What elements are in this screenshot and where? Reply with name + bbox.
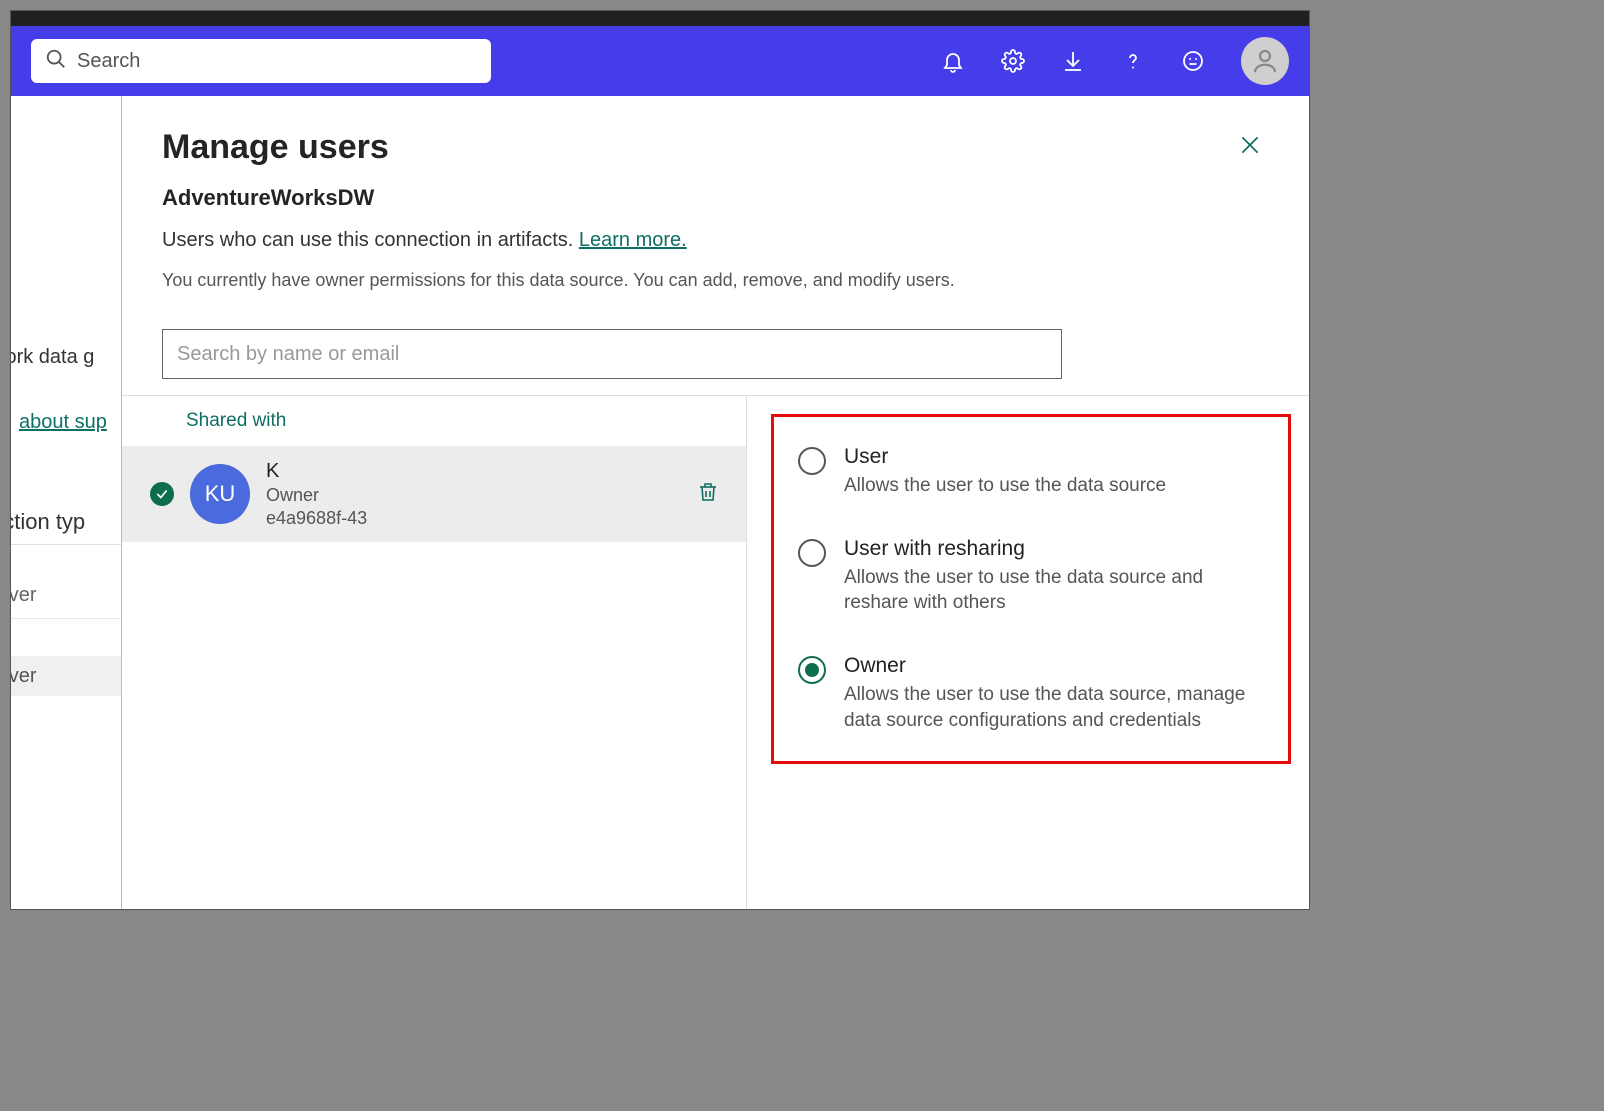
shared-with-label: Shared with xyxy=(122,396,746,446)
role-desc: Allows the user to use the data source xyxy=(844,473,1264,499)
user-search-input[interactable] xyxy=(177,343,1047,366)
manage-users-panel: Manage users AdventureWorksDW Users who … xyxy=(121,96,1309,909)
panel-description: Users who can use this connection in art… xyxy=(162,229,1269,252)
user-id: e4a9688f-43 xyxy=(266,508,674,529)
bg-heading-fragment: ection typ xyxy=(10,509,85,535)
user-row[interactable]: KU K Owner e4a9688f-43 xyxy=(122,446,746,542)
learn-more-link[interactable]: Learn more. xyxy=(579,229,687,251)
user-avatar: KU xyxy=(190,464,250,524)
role-title: Owner xyxy=(844,654,1264,678)
global-search-input[interactable] xyxy=(77,50,477,73)
bg-link-fragment[interactable]: about sup xyxy=(19,411,107,434)
bg-text-fragment: work data g xyxy=(10,346,94,369)
settings-button[interactable] xyxy=(989,37,1037,85)
bg-row-fragment: erver xyxy=(10,656,121,696)
selected-check-icon xyxy=(150,482,174,506)
role-title: User with resharing xyxy=(844,537,1264,561)
radio-user-reshare[interactable] xyxy=(798,539,826,567)
user-search-box[interactable] xyxy=(162,329,1062,379)
download-button[interactable] xyxy=(1049,37,1097,85)
user-list-column: Shared with KU K Owner e4a9688f-43 xyxy=(122,396,747,909)
radio-owner[interactable] xyxy=(798,656,826,684)
role-desc: Allows the user to use the data source, … xyxy=(844,682,1264,733)
user-name: K xyxy=(266,460,674,483)
role-desc: Allows the user to use the data source a… xyxy=(844,565,1264,616)
global-search-box[interactable] xyxy=(31,39,491,83)
panel-title: Manage users xyxy=(162,128,389,167)
role-highlight-box: User Allows the user to use the data sou… xyxy=(771,414,1291,764)
user-info: K Owner e4a9688f-43 xyxy=(266,460,674,529)
search-icon xyxy=(45,48,67,75)
user-role: Owner xyxy=(266,485,674,506)
permission-hint: You currently have owner permissions for… xyxy=(162,270,1269,291)
role-option-user[interactable]: User Allows the user to use the data sou… xyxy=(798,445,1264,499)
title-bar xyxy=(11,11,1309,26)
feedback-button[interactable] xyxy=(1169,37,1217,85)
bg-row-fragment: erver xyxy=(10,584,37,607)
role-title: User xyxy=(844,445,1264,469)
top-bar xyxy=(11,26,1309,96)
help-button[interactable] xyxy=(1109,37,1157,85)
app-window: work data g about sup ection typ erver e… xyxy=(10,10,1310,910)
role-option-user-reshare[interactable]: User with resharing Allows the user to u… xyxy=(798,537,1264,616)
notifications-button[interactable] xyxy=(929,37,977,85)
close-button[interactable] xyxy=(1231,126,1269,169)
role-column: User Allows the user to use the data sou… xyxy=(747,396,1309,909)
connection-name: AdventureWorksDW xyxy=(162,185,1269,211)
role-option-owner[interactable]: Owner Allows the user to use the data so… xyxy=(798,654,1264,733)
account-avatar[interactable] xyxy=(1241,37,1289,85)
remove-user-button[interactable] xyxy=(690,474,726,515)
radio-user[interactable] xyxy=(798,447,826,475)
